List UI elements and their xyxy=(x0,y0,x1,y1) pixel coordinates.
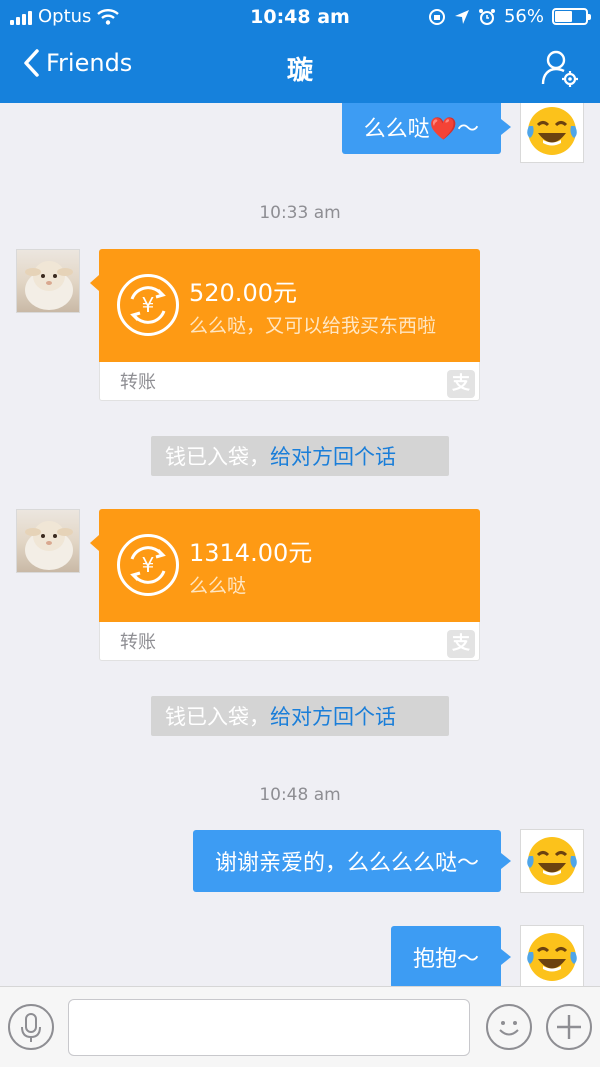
alipay-icon: 支 xyxy=(447,370,475,398)
sheep-plush-avatar-icon xyxy=(25,261,73,310)
input-bar xyxy=(0,986,600,1067)
tears-of-joy-emoji-icon xyxy=(527,933,577,981)
system-notice: 钱已入袋， 给对方回个话 xyxy=(151,436,449,476)
message-input[interactable] xyxy=(68,999,470,1056)
more-button[interactable] xyxy=(546,1004,592,1050)
battery-percent: 56% xyxy=(503,6,544,27)
message-text: 抱抱～ xyxy=(412,947,479,972)
transfer-card[interactable]: ¥ 520.00元 么么哒，又可以给我买东西啦 转账 支 xyxy=(90,249,480,401)
svg-text:¥: ¥ xyxy=(142,293,155,317)
system-notice-text: 钱已入袋， xyxy=(165,445,270,469)
message-list[interactable]: 么么哒❤️～ 10:33 am ¥ 520.00元 么么哒，又可以给我买东西啦 … xyxy=(0,103,600,986)
rotation-lock-icon xyxy=(428,8,445,25)
transfer-card-footer: 转账 支 xyxy=(99,622,480,661)
nav-bar: Friends 璇 xyxy=(0,40,600,96)
message-text: 谢谢亲爱的，么么么么哒～ xyxy=(214,851,479,876)
transfer-amount: 520.00元 xyxy=(189,279,297,307)
transfer-amount: 1314.00元 xyxy=(189,539,313,567)
reply-link[interactable]: 给对方回个话 xyxy=(270,441,396,471)
avatar-contact[interactable] xyxy=(16,249,80,313)
status-right: 56% xyxy=(428,6,591,27)
battery-level xyxy=(555,11,572,22)
status-bar: Optus 10:48 am 56% xyxy=(0,0,600,34)
transfer-yuan-icon: ¥ xyxy=(117,534,179,596)
avatar-contact[interactable] xyxy=(16,509,80,573)
avatar-self[interactable] xyxy=(520,829,584,893)
message-text: 么么哒❤️～ xyxy=(363,116,479,142)
profile-settings-icon[interactable] xyxy=(540,48,580,88)
svg-text:¥: ¥ xyxy=(142,553,155,577)
transfer-note: 么么哒，又可以给我买东西啦 xyxy=(189,315,437,337)
transfer-yuan-icon: ¥ xyxy=(117,274,179,336)
emoji-button[interactable] xyxy=(486,1004,532,1050)
chat-title: 璇 xyxy=(286,56,313,86)
alipay-icon: 支 xyxy=(447,630,475,658)
transfer-label: 转账 xyxy=(120,632,156,653)
tears-of-joy-emoji-icon xyxy=(527,837,577,885)
message-bubble-outgoing[interactable]: 抱抱～ xyxy=(390,926,512,986)
message-bubble-outgoing[interactable]: 么么哒❤️～ xyxy=(341,103,512,154)
timestamp: 10:48 am xyxy=(259,785,341,805)
smiley-icon xyxy=(499,1021,519,1036)
sheep-plush-avatar-icon xyxy=(25,521,73,570)
transfer-card-body: ¥ 1314.00元 么么哒 xyxy=(90,509,480,622)
tears-of-joy-emoji-icon xyxy=(527,107,577,155)
voice-button[interactable] xyxy=(8,1004,54,1050)
location-icon xyxy=(454,9,469,24)
transfer-label: 转账 xyxy=(120,372,156,393)
transfer-card-footer: 转账 支 xyxy=(99,362,480,401)
transfer-note: 么么哒 xyxy=(189,575,247,597)
system-notice-text: 钱已入袋， xyxy=(165,705,270,729)
alarm-icon xyxy=(478,8,495,25)
plus-icon xyxy=(557,1015,581,1039)
transfer-card[interactable]: ¥ 1314.00元 么么哒 转账 支 xyxy=(90,509,480,661)
message-bubble-outgoing[interactable]: 谢谢亲爱的，么么么么哒～ xyxy=(192,830,512,892)
transfer-card-body: ¥ 520.00元 么么哒，又可以给我买东西啦 xyxy=(90,249,480,362)
reply-link[interactable]: 给对方回个话 xyxy=(270,701,396,731)
avatar-self[interactable] xyxy=(520,103,584,163)
avatar-self[interactable] xyxy=(520,925,584,986)
app-header: Optus 10:48 am 56% Friends 璇 xyxy=(0,0,600,103)
battery-icon xyxy=(552,8,591,25)
microphone-icon xyxy=(21,1013,41,1042)
timestamp: 10:33 am xyxy=(259,203,341,223)
system-notice: 钱已入袋， 给对方回个话 xyxy=(151,696,449,736)
